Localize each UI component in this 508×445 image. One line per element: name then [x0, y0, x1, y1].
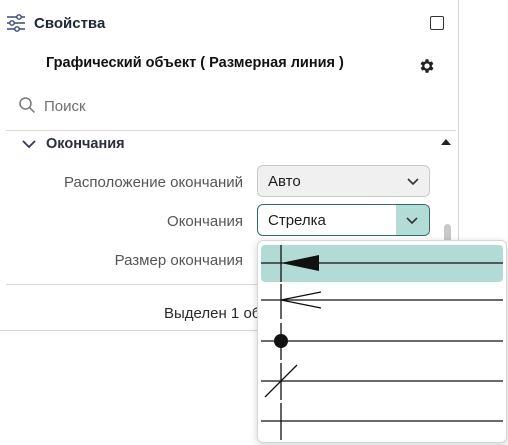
- select-value: Стрелка: [268, 212, 326, 229]
- chevron-down-icon: [22, 140, 36, 149]
- arrow-open-icon: [261, 284, 503, 319]
- option-none[interactable]: [261, 403, 503, 440]
- search-row: [18, 94, 438, 118]
- arrow-filled-icon: [261, 245, 503, 282]
- label-ending-size: Размер окончания: [114, 252, 243, 269]
- tick-only-icon: [261, 403, 503, 440]
- endings-placement-select[interactable]: Авто: [257, 165, 430, 197]
- endings-dropdown: [257, 240, 507, 443]
- maximize-button[interactable]: [430, 16, 444, 30]
- label-endings: Окончания: [167, 213, 243, 230]
- panel-titlebar: Свойства: [0, 0, 459, 46]
- section-title: Окончания: [46, 136, 125, 152]
- slash-icon: [261, 363, 503, 400]
- object-title: Графический объект ( Размерная линия ): [46, 55, 344, 71]
- option-arrow-open[interactable]: [261, 282, 503, 319]
- scroll-up-arrow[interactable]: [441, 139, 451, 145]
- endings-select[interactable]: Стрелка: [257, 204, 430, 236]
- chevron-down-icon: [406, 217, 418, 225]
- label-endings-placement: Расположение окончаний: [63, 174, 243, 191]
- gear-icon[interactable]: [418, 57, 436, 75]
- option-dot[interactable]: [261, 323, 503, 360]
- dot-icon: [261, 323, 503, 360]
- option-arrow-filled[interactable]: [261, 245, 503, 282]
- section-header-endings[interactable]: Окончания: [0, 131, 459, 157]
- status-text: Выделен 1 об: [164, 305, 261, 322]
- panel-title: Свойства: [34, 15, 106, 32]
- chevron-down-icon: [407, 178, 419, 186]
- select-value: Авто: [268, 173, 301, 190]
- search-input[interactable]: [44, 94, 424, 118]
- sliders-icon: [7, 14, 25, 32]
- option-slash[interactable]: [261, 363, 503, 400]
- search-icon: [19, 97, 36, 114]
